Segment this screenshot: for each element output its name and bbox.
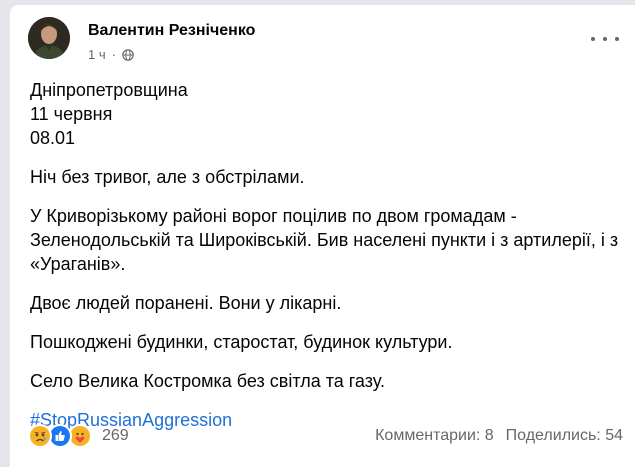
shares-count[interactable]: Поделились: 54 bbox=[506, 427, 623, 445]
post-footer: 269 Комментарии: 8 Поделились: 54 bbox=[28, 422, 623, 450]
author-avatar[interactable] bbox=[28, 17, 70, 59]
post-time[interactable]: 1 ч bbox=[88, 47, 106, 62]
author-name[interactable]: Валентин Резніченко bbox=[88, 22, 255, 40]
post-card: Валентин Резніченко 1 ч · Дніпропетровщи… bbox=[10, 5, 635, 467]
post-meta: 1 ч · bbox=[88, 47, 134, 62]
post-paragraph: Село Велика Костромка без світла та газу… bbox=[30, 371, 385, 391]
post-clock: 08.01 bbox=[30, 128, 76, 148]
comments-count[interactable]: Комментарии: 8 bbox=[375, 427, 494, 445]
meta-separator: · bbox=[111, 47, 116, 62]
post-paragraph: Ніч без тривог, але з обстрілами. bbox=[30, 167, 305, 187]
dot-icon bbox=[615, 37, 619, 41]
post-paragraph: У Криворізькому районі ворог поцілив по … bbox=[30, 206, 619, 274]
dot-icon bbox=[603, 37, 607, 41]
sad-reaction-icon bbox=[28, 424, 52, 448]
more-options-button[interactable] bbox=[591, 31, 619, 47]
engagement-stats: Комментарии: 8 Поделились: 54 bbox=[375, 427, 623, 445]
post-body: Дніпропетровщина 11 червня 08.01 Ніч без… bbox=[30, 78, 620, 432]
globe-icon[interactable] bbox=[122, 48, 134, 61]
post-region: Дніпропетровщина bbox=[30, 80, 188, 100]
post-paragraph: Двоє людей поранені. Вони у лікарні. bbox=[30, 293, 342, 313]
post-date: 11 червня bbox=[30, 104, 113, 124]
post-paragraph: Пошкоджені будинки, старостат, будинок к… bbox=[30, 332, 453, 352]
reactions-summary[interactable]: 269 bbox=[28, 424, 129, 448]
reaction-count[interactable]: 269 bbox=[102, 427, 129, 445]
dot-icon bbox=[591, 37, 595, 41]
